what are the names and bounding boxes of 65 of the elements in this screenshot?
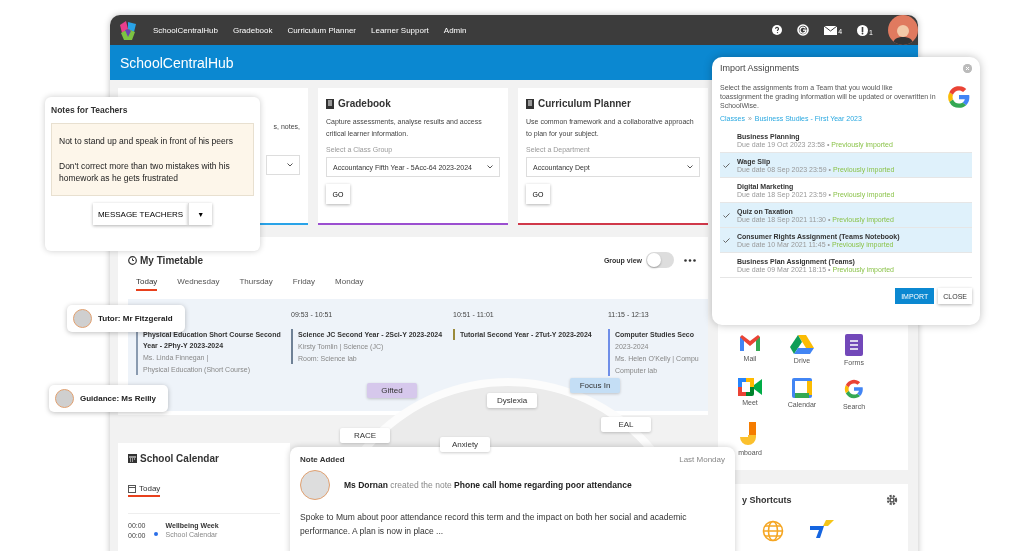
calendar-icon [128, 484, 136, 493]
calendar-icon [128, 454, 137, 463]
day-tab[interactable]: Friday [292, 276, 316, 291]
video-camera-icon[interactable] [738, 378, 762, 396]
help-icon[interactable] [772, 25, 783, 35]
nav-link[interactable]: Curriculum Planner [287, 25, 356, 35]
triangle-icon[interactable] [790, 334, 814, 354]
message-teachers-button[interactable]: MESSAGE TEACHERS [92, 203, 189, 225]
document-icon[interactable] [845, 334, 863, 356]
check-icon [723, 162, 730, 168]
panel-title: My Timetable [140, 254, 204, 266]
tag[interactable]: Anxiety [440, 437, 490, 452]
note-summary: Ms Dornan created the note Phone call home regarding poor attendance [344, 480, 632, 490]
panel-title: School Calendar [140, 453, 219, 464]
note-text: Not to stand up and speak in front of his peers [59, 135, 234, 147]
tag[interactable]: EAL [601, 417, 651, 432]
check-icon [723, 237, 730, 243]
day-tab[interactable]: Today [136, 276, 158, 291]
note-title: Note Added [300, 455, 345, 464]
group-view-toggle[interactable] [646, 252, 674, 268]
day-tab[interactable]: Thursday [239, 276, 273, 291]
mail-icon[interactable] [824, 25, 838, 35]
note-time: Last Monday [679, 455, 725, 464]
book-icon [526, 98, 534, 109]
event-dot [153, 532, 158, 536]
contact-chip[interactable]: Guidance: Ms Reilly [49, 385, 169, 412]
nav-link[interactable]: SchoolCentralHub [153, 25, 218, 35]
logo-icon[interactable] [118, 19, 138, 41]
calendar-icon[interactable] [792, 378, 812, 398]
g-circle-icon[interactable] [797, 24, 810, 36]
day-tab[interactable]: Wednesday [177, 276, 220, 291]
check-icon [723, 212, 730, 218]
day-tab[interactable]: Monday [335, 276, 364, 291]
nav-link[interactable]: Admin [443, 25, 467, 35]
g-letter-icon [843, 378, 865, 400]
nav-link[interactable]: Learner Support [371, 25, 429, 35]
tag[interactable]: Focus In [570, 378, 620, 393]
more-icon[interactable] [684, 258, 696, 262]
today-tab[interactable]: Today [128, 484, 161, 497]
book-icon [326, 98, 334, 109]
note-text: Don't correct more than two mistakes with his homework as he gets frustrated [59, 160, 231, 184]
contact-chip[interactable]: Tutor: Mr Fitzgerald [67, 305, 185, 332]
chevron-icon [487, 165, 493, 169]
g-logo-icon [946, 83, 972, 110]
dialog-title: Import Assignments [720, 63, 800, 73]
card-title: Gradebook [338, 98, 391, 109]
panel-title: y Shortcuts [742, 495, 792, 505]
arrow-logo-icon[interactable] [810, 520, 834, 538]
tag[interactable]: Gifted [367, 383, 417, 398]
avatar[interactable] [888, 15, 918, 45]
envelope-icon[interactable] [739, 334, 761, 352]
note-body: Spoke to Mum about poor attendance record this term and the impact on both her social and academic performance. A plan is now in place ... [300, 511, 688, 538]
chevron-icon [687, 165, 693, 169]
panel-title: Notes for Teachers [51, 105, 129, 115]
clock-icon [128, 255, 137, 265]
select-field[interactable] [266, 155, 300, 175]
chevron-icon [287, 163, 293, 167]
avatar [300, 470, 330, 500]
tag[interactable]: Dyslexia [487, 393, 537, 408]
nav-link[interactable]: Gradebook [232, 25, 273, 35]
tag[interactable]: RACE [340, 428, 390, 443]
card-title: Curriculum Planner [538, 98, 631, 109]
alert-icon[interactable] [857, 24, 869, 36]
settings-icon[interactable] [886, 494, 898, 506]
page-title: SchoolCentralHub [120, 54, 234, 71]
